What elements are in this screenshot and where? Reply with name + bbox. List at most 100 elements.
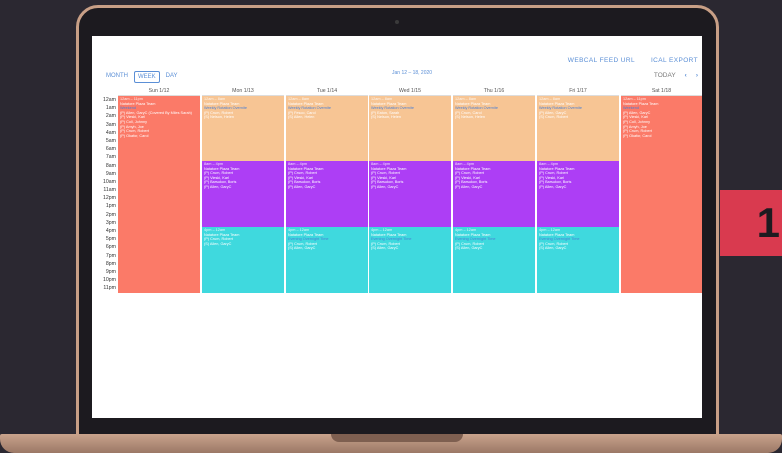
event-thu-day[interactable]: 8am – 4pm Natatore Plaza Team (P) Crum, … [453, 161, 535, 227]
event-wed-day[interactable]: 8am – 4pm Natatore Plaza Team (P) Crum, … [369, 161, 451, 227]
event-person: (S) Nelson, Helen [204, 115, 234, 120]
event-time: 12am – 8am [204, 97, 226, 101]
time-label: 1am [105, 105, 116, 112]
prev-week-icon[interactable]: ‹ [685, 72, 687, 79]
laptop-notch [331, 434, 463, 442]
event-time: 4pm – 12am [539, 228, 561, 232]
event-person: (S) Allen, GaryC [371, 246, 399, 251]
event-time: 12am – 8am [539, 97, 561, 101]
event-time: 12am – 8am [288, 97, 310, 101]
next-week-icon[interactable]: › [696, 72, 698, 79]
day-column-sat: 12am – 11pm Natatore Plaza Team Weekend … [621, 96, 702, 293]
day-column-thu: 12am – 8am Natatore Plaza Team Weekly Ro… [453, 96, 535, 293]
event-fri-evening[interactable]: 4pm – 12am Natatore Plaza Team Evening O… [537, 227, 619, 293]
event-mon-evening[interactable]: 4pm – 12am Natatore Plaza Team (P) Crum,… [202, 227, 284, 293]
time-label: 6pm [105, 244, 116, 251]
ical-export-link[interactable]: ICAL EXPORT [651, 57, 698, 64]
time-label: 1pm [105, 203, 116, 210]
month-view-button[interactable]: MONTH [103, 71, 131, 83]
week-view-button[interactable]: WEEK [134, 71, 160, 83]
event-wed-evening[interactable]: 4pm – 12am Natatore Plaza Team Evening O… [369, 227, 451, 293]
event-person: (P) Okafor, Carol [120, 133, 149, 138]
event-person: (P) Allen, GaryC [371, 184, 399, 189]
time-label: 8pm [105, 260, 116, 267]
time-label: 2am [105, 113, 116, 120]
event-person: (S) Nelson, Helen [455, 115, 485, 120]
event-person: (S) Allen, GaryC [455, 246, 483, 251]
day-header-fri: Fri 1/17 [537, 86, 619, 96]
event-person: (S) Allen, GaryC [539, 246, 567, 251]
event-fri-overnight[interactable]: 12am – 8am Natatore Plaza Team Weekly Ro… [537, 96, 619, 161]
time-label: 4pm [105, 228, 116, 234]
event-time: 12am – 8am [371, 97, 393, 101]
time-label: 7pm [105, 252, 116, 259]
day-view-button[interactable]: DAY [163, 71, 181, 83]
event-time: 8am – 4pm [204, 162, 223, 166]
time-label: 4am [105, 129, 116, 136]
export-links: WEBCAL FEED URL ICAL EXPORT [568, 57, 698, 64]
event-tue-day[interactable]: 8am – 4pm Natatore Plaza Team (P) Crum, … [286, 161, 368, 227]
event-person: (P) Okafor, Carol [623, 133, 652, 138]
time-label: 6am [105, 146, 116, 153]
time-label: 12am [103, 97, 116, 103]
event-wed-overnight[interactable]: 12am – 8am Natatore Plaza Team Weekly Ro… [369, 96, 451, 161]
event-tue-overnight[interactable]: 12am – 8am Natatore Plaza Team Weekly Ro… [286, 96, 368, 161]
event-person: (P) Allen, GaryC [204, 184, 232, 189]
day-columns: 12am – 11pm Natatore Plaza Team Weekend … [118, 96, 702, 293]
event-thu-evening[interactable]: 4pm – 12am Natatore Plaza Team Evening O… [453, 227, 535, 293]
time-label: 11pm [103, 285, 116, 292]
event-time: 8am – 4pm [288, 162, 307, 166]
event-time: 12am – 11pm [120, 97, 143, 101]
today-button[interactable]: TODAY [654, 72, 676, 79]
day-column-mon: 12am – 8am Natatore Plaza Team Weekly Ro… [202, 96, 284, 293]
event-mon-overnight[interactable]: 12am – 8am Natatore Plaza Team Weekly Ro… [202, 96, 284, 161]
event-person: (P) Allen, GaryC [539, 184, 567, 189]
step-badge: 1 [720, 190, 782, 256]
day-headers: Sun 1/12 Mon 1/13 Tue 1/14 Wed 1/15 Thu … [118, 86, 702, 96]
event-thu-overnight[interactable]: 12am – 8am Natatore Plaza Team Weekly Ro… [453, 96, 535, 161]
view-switcher: MONTH WEEK DAY [103, 71, 181, 83]
event-person: (S) Crum, Robert [539, 115, 568, 120]
day-header-tue: Tue 1/14 [286, 86, 368, 96]
date-range: Jan 12 – 18, 2020 [392, 70, 433, 76]
event-person: (P) Allen, GaryC [288, 184, 316, 189]
week-grid: Sun 1/12 Mon 1/13 Tue 1/14 Wed 1/15 Thu … [100, 86, 702, 293]
day-column-wed: 12am – 8am Natatore Plaza Team Weekly Ro… [369, 96, 451, 293]
event-mon-day[interactable]: 8am – 4pm Natatore Plaza Team (P) Crum, … [202, 161, 284, 227]
stage: WEBCAL FEED URL ICAL EXPORT MONTH WEEK D… [0, 0, 782, 453]
day-header-sat: Sat 1/18 [621, 86, 702, 96]
event-sun-weekend[interactable]: 12am – 11pm Natatore Plaza Team Weekend … [118, 96, 200, 293]
event-time: 4pm – 12am [204, 228, 226, 232]
day-column-tue: 12am – 8am Natatore Plaza Team Weekly Ro… [286, 96, 368, 293]
event-person: (S) Allen, GaryC [288, 246, 316, 251]
event-time: 4pm – 12am [455, 228, 477, 232]
event-person: (S) Allen, GaryC [204, 241, 232, 246]
event-time: 12am – 8am [455, 97, 477, 101]
event-sat-weekend[interactable]: 12am – 11pm Natatore Plaza Team Weekend … [621, 96, 702, 293]
calendar-screen: WEBCAL FEED URL ICAL EXPORT MONTH WEEK D… [92, 36, 702, 418]
event-time: 8am – 4pm [371, 162, 390, 166]
event-tue-evening[interactable]: 4pm – 12am Natatore Plaza Team Evening O… [286, 227, 368, 293]
event-time: 8am – 4pm [455, 162, 474, 166]
event-person: (S) Nelson, Helen [371, 115, 401, 120]
event-time: 4pm – 12am [371, 228, 393, 232]
time-label: 10am [103, 178, 116, 185]
webcal-feed-link[interactable]: WEBCAL FEED URL [568, 57, 635, 64]
event-person: (P) Allen, GaryC [455, 184, 483, 189]
event-time: 8am – 4pm [539, 162, 558, 166]
time-label: 12pm [103, 195, 116, 202]
time-label: 9am [105, 170, 116, 177]
event-time: 12am – 11pm [623, 97, 646, 101]
time-label: 10pm [103, 277, 116, 284]
event-person: (S) Allen, Helen [288, 115, 315, 120]
time-label: 8am [105, 162, 116, 169]
day-header-sun: Sun 1/12 [118, 86, 200, 96]
day-column-fri: 12am – 8am Natatore Plaza Team Weekly Ro… [537, 96, 619, 293]
event-fri-day[interactable]: 8am – 4pm Natatore Plaza Team (P) Crum, … [537, 161, 619, 227]
camera-dot [395, 20, 399, 24]
day-header-mon: Mon 1/13 [202, 86, 284, 96]
day-header-wed: Wed 1/15 [369, 86, 451, 96]
time-column: 12am 1am 2am 3am 4am 5am 6am 7am 8am 9am… [100, 96, 118, 293]
time-label: 9pm [105, 268, 116, 275]
time-label: 2pm [105, 211, 116, 218]
